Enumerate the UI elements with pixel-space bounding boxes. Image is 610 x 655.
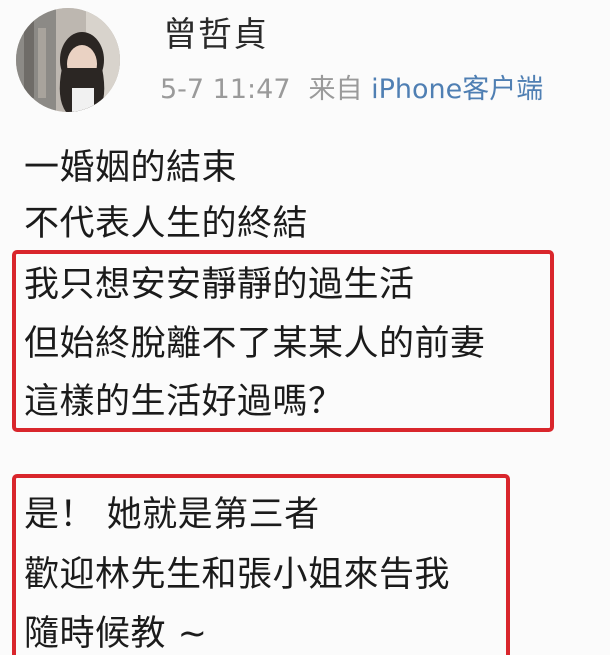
author-name[interactable]: 曾哲貞 [163, 14, 268, 56]
post-text-line: 不代表人生的終結 [24, 204, 309, 244]
red-highlight-box [12, 250, 554, 432]
weibo-post: 曾哲貞 5-7 11:47 来自 iPhone客户端 一婚姻的結束 不代表人生的終… [0, 0, 610, 655]
post-time: 5-7 11:47 [160, 74, 291, 105]
source-prefix: 来自 [308, 74, 363, 105]
red-highlight-box [12, 474, 510, 655]
post-meta: 5-7 11:47 来自 iPhone客户端 [160, 73, 543, 107]
source-client-link[interactable]: iPhone客户端 [371, 74, 543, 105]
post-text-line: 一婚姻的結束 [24, 148, 238, 188]
avatar[interactable] [16, 8, 120, 112]
avatar-photo [16, 8, 120, 112]
